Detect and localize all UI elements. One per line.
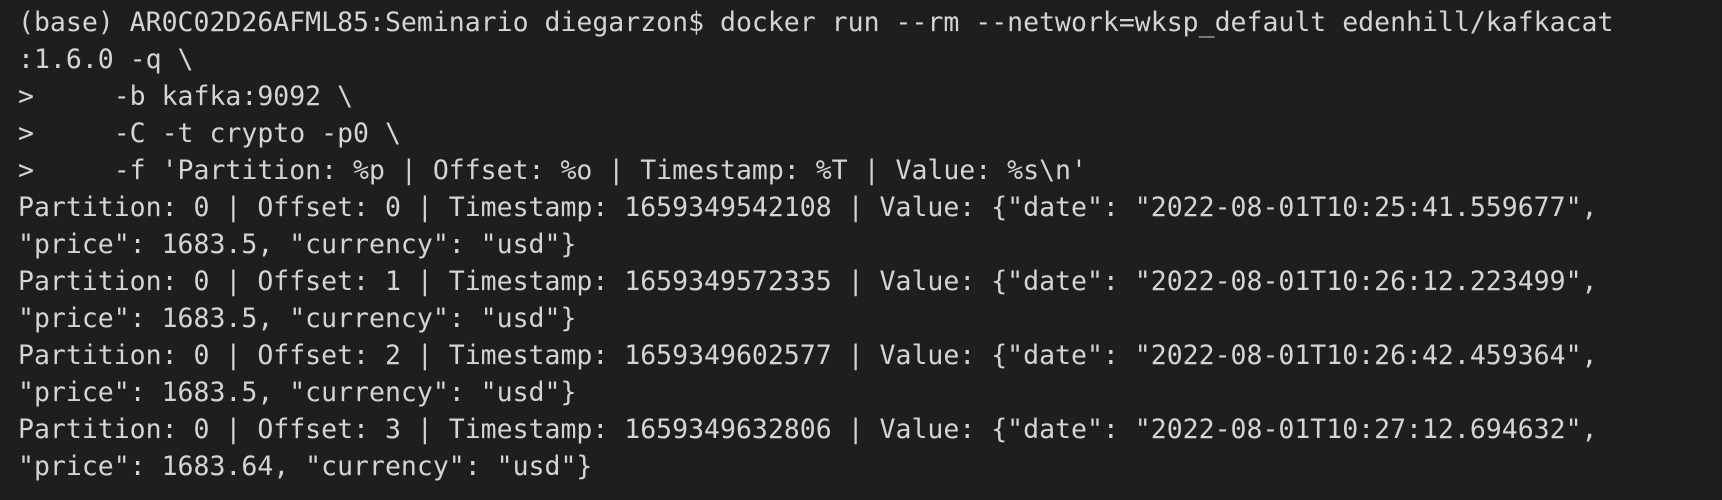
command-continuation-line: > -b kafka:9092 \ bbox=[18, 81, 354, 112]
output-line: "price": 1683.5, "currency": "usd"} bbox=[18, 303, 577, 334]
output-line: Partition: 0 | Offset: 1 | Timestamp: 16… bbox=[18, 266, 1598, 297]
command-continuation-line: > -f 'Partition: %p | Offset: %o | Times… bbox=[18, 155, 1087, 186]
output-line: "price": 1683.64, "currency": "usd"} bbox=[18, 451, 593, 482]
output-line: Partition: 0 | Offset: 2 | Timestamp: 16… bbox=[18, 340, 1598, 371]
output-line: "price": 1683.5, "currency": "usd"} bbox=[18, 377, 577, 408]
command-continuation-line: > -C -t crypto -p0 \ bbox=[18, 118, 401, 149]
prompt-command-line: (base) AR0C02D26AFML85:Seminario diegarz… bbox=[18, 7, 1614, 38]
output-line: Partition: 0 | Offset: 3 | Timestamp: 16… bbox=[18, 414, 1598, 445]
terminal-window[interactable]: (base) AR0C02D26AFML85:Seminario diegarz… bbox=[0, 0, 1722, 500]
command-continuation-line: :1.6.0 -q \ bbox=[18, 44, 194, 75]
output-line: "price": 1683.5, "currency": "usd"} bbox=[18, 229, 577, 260]
output-line: Partition: 0 | Offset: 0 | Timestamp: 16… bbox=[18, 192, 1598, 223]
